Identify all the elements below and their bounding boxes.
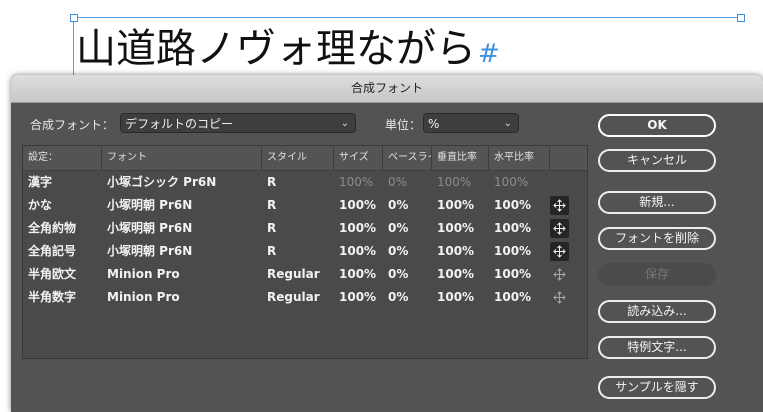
cell-horizontal-scale[interactable]: 100% <box>489 194 550 217</box>
cell-size[interactable]: 100% <box>334 217 383 240</box>
chevron-down-icon: ⌄ <box>503 118 512 129</box>
text-frame-left-edge <box>73 17 74 77</box>
new-button[interactable]: 新規... <box>598 191 716 214</box>
col-size[interactable]: サイズ <box>334 146 383 170</box>
cell-horizontal-scale[interactable]: 100% <box>489 171 550 194</box>
unit-select[interactable]: % ⌄ <box>423 113 519 133</box>
cell-style[interactable]: R <box>262 194 334 217</box>
table-row[interactable]: 半角数字 Minion Pro Regular 100% 0% 100% 100% <box>23 286 587 309</box>
sample-text-line: 山道路ノヴォ理ながら# <box>76 16 500 74</box>
cell-font[interactable]: 小塚明朝 Pr6N <box>102 217 262 240</box>
cell-style[interactable]: R <box>262 171 334 194</box>
col-font[interactable]: フォント <box>102 146 262 170</box>
cell-vertical-scale[interactable]: 100% <box>432 263 489 286</box>
cell-font[interactable]: 小塚ゴシック Pr6N <box>102 171 262 194</box>
cell-size[interactable]: 100% <box>334 263 383 286</box>
table-row[interactable]: 全角記号 小塚明朝 Pr6N R 100% 0% 100% 100% <box>23 240 587 263</box>
cell-style[interactable]: Regular <box>262 286 334 309</box>
cell-baseline[interactable]: 0% <box>383 171 432 194</box>
cell-vertical-scale[interactable]: 100% <box>432 217 489 240</box>
hide-sample-button[interactable]: サンプルを隠す <box>598 376 716 399</box>
chevron-down-icon: ⌄ <box>340 118 349 129</box>
cell-vertical-scale[interactable]: 100% <box>432 171 489 194</box>
cell-size[interactable]: 100% <box>334 171 383 194</box>
unit-label: 単位： <box>385 118 422 132</box>
cell-style[interactable]: R <box>262 217 334 240</box>
composite-font-dialog: 合成フォント 合成フォント： デフォルトのコピー ⌄ 単位： % ⌄ 設定： フ… <box>11 75 763 412</box>
cell-horizontal-scale[interactable]: 100% <box>489 286 550 309</box>
cell-style[interactable]: Regular <box>262 263 334 286</box>
font-settings-table: 設定： フォント スタイル サイズ ベースライン 垂直比率 水平比率 漢字小塚ゴ… <box>22 145 588 359</box>
move-handle-icon[interactable] <box>550 288 569 307</box>
cancel-button[interactable]: キャンセル <box>598 149 716 172</box>
cell-setting[interactable]: かな <box>23 194 102 217</box>
sample-text: 山道路ノヴォ理ながら <box>76 26 476 72</box>
save-button[interactable]: 保存 <box>598 263 716 286</box>
table-row[interactable]: 全角約物 小塚明朝 Pr6N R 100% 0% 100% 100% <box>23 217 587 240</box>
dialog-title: 合成フォント <box>11 75 763 103</box>
cell-font[interactable]: 小塚明朝 Pr6N <box>102 240 262 263</box>
table-row[interactable]: かな 小塚明朝 Pr6N R 100% 0% 100% 100% <box>23 194 587 217</box>
cell-baseline[interactable]: 0% <box>383 240 432 263</box>
col-baseline[interactable]: ベースライン <box>383 146 432 170</box>
cell-vertical-scale[interactable]: 100% <box>432 286 489 309</box>
col-setting[interactable]: 設定： <box>23 146 102 170</box>
load-button[interactable]: 読み込み... <box>598 300 716 323</box>
composite-font-select[interactable]: デフォルトのコピー ⌄ <box>120 113 356 133</box>
cell-size[interactable]: 100% <box>334 194 383 217</box>
composite-font-label: 合成フォント： <box>30 118 115 132</box>
move-handle-icon[interactable] <box>550 196 569 215</box>
cell-setting[interactable]: 全角記号 <box>23 240 102 263</box>
cell-horizontal-scale[interactable]: 100% <box>489 263 550 286</box>
cell-setting[interactable]: 全角約物 <box>23 217 102 240</box>
cell-font[interactable]: 小塚明朝 Pr6N <box>102 194 262 217</box>
move-handle-icon[interactable] <box>550 242 569 261</box>
cell-setting[interactable]: 漢字 <box>23 171 102 194</box>
table-row[interactable]: 漢字 小塚ゴシック Pr6N R 100% 0% 100% 100% <box>23 171 587 194</box>
exceptions-button[interactable]: 特例文字... <box>598 336 716 359</box>
cell-baseline[interactable]: 0% <box>383 217 432 240</box>
cell-baseline[interactable]: 0% <box>383 286 432 309</box>
cell-font[interactable]: Minion Pro <box>102 263 262 286</box>
cell-horizontal-scale[interactable]: 100% <box>489 240 550 263</box>
unit-value: % <box>428 117 440 131</box>
cell-baseline[interactable]: 0% <box>383 194 432 217</box>
delete-font-button[interactable]: フォントを削除 <box>598 227 716 250</box>
frame-handle-top-right[interactable] <box>737 14 745 22</box>
ok-button[interactable]: OK <box>598 114 716 137</box>
cell-font[interactable]: Minion Pro <box>102 286 262 309</box>
cell-setting[interactable]: 半角欧文 <box>23 263 102 286</box>
cell-vertical-scale[interactable]: 100% <box>432 194 489 217</box>
move-handle-icon[interactable] <box>550 219 569 238</box>
col-move <box>550 146 587 170</box>
cell-horizontal-scale[interactable]: 100% <box>489 217 550 240</box>
cell-vertical-scale[interactable]: 100% <box>432 240 489 263</box>
col-horizontal-scale[interactable]: 水平比率 <box>489 146 550 170</box>
end-of-story-mark: # <box>478 39 500 69</box>
table-header: 設定： フォント スタイル サイズ ベースライン 垂直比率 水平比率 <box>23 146 587 171</box>
table-row[interactable]: 半角欧文 Minion Pro Regular 100% 0% 100% 100% <box>23 263 587 286</box>
col-style[interactable]: スタイル <box>262 146 334 170</box>
cell-style[interactable]: R <box>262 240 334 263</box>
col-vertical-scale[interactable]: 垂直比率 <box>432 146 489 170</box>
cell-size[interactable]: 100% <box>334 240 383 263</box>
cell-setting[interactable]: 半角数字 <box>23 286 102 309</box>
cell-baseline[interactable]: 0% <box>383 263 432 286</box>
move-handle-icon[interactable] <box>550 265 569 284</box>
composite-font-value: デフォルトのコピー <box>125 117 234 131</box>
cell-size[interactable]: 100% <box>334 286 383 309</box>
